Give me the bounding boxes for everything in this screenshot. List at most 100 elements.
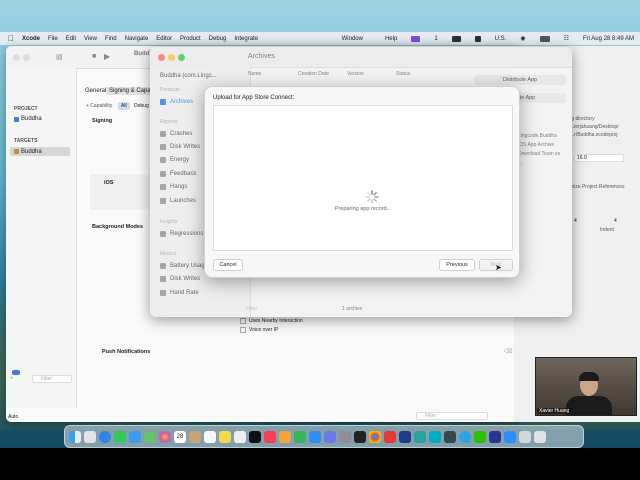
project-item[interactable]: Buddha <box>14 116 42 122</box>
menu-view[interactable]: View <box>84 36 97 42</box>
app-icon-blue[interactable] <box>399 430 411 443</box>
stop-icon[interactable]: ■ <box>92 53 96 60</box>
sheet-title: Upload for App Store Connect: <box>213 95 295 101</box>
menu-debug[interactable]: Debug <box>209 36 227 42</box>
mouse-cursor-icon: ➤ <box>495 263 502 272</box>
chrome-icon[interactable] <box>369 430 381 443</box>
filter-debug[interactable]: Debug <box>134 103 149 109</box>
webcam-name-label: Xavier Huang <box>537 408 572 414</box>
project-name: Buddha <box>21 116 42 122</box>
notes-icon[interactable] <box>219 430 231 443</box>
tab-width-field[interactable]: 4 <box>574 218 577 224</box>
minimize-button[interactable] <box>23 54 30 61</box>
menu-datetime[interactable]: Fri Aug 28 8:49 AM <box>583 36 634 42</box>
navigator-filter[interactable]: Filter <box>32 375 72 383</box>
cancel-button[interactable]: Cancel <box>213 259 243 271</box>
mode-nearby-interaction[interactable]: Uses Nearby Interaction <box>240 318 303 324</box>
menu-help[interactable]: Help <box>385 36 397 42</box>
wechat-dock-icon[interactable] <box>474 430 486 443</box>
xcode-icon[interactable] <box>324 430 336 443</box>
person-hair <box>579 372 599 381</box>
menu-navigate[interactable]: Navigate <box>125 36 149 42</box>
console-toggle-icon[interactable] <box>12 370 20 375</box>
target-item[interactable]: Buddha <box>10 147 70 156</box>
bottom-letterbox <box>0 448 640 480</box>
checkbox-icon[interactable] <box>240 318 246 324</box>
launchpad-icon[interactable] <box>84 430 96 443</box>
preview-icon[interactable] <box>519 430 531 443</box>
wechat-icon[interactable] <box>451 35 461 42</box>
music-icon[interactable] <box>264 430 276 443</box>
mode-voip[interactable]: Voice over IP <box>240 327 278 333</box>
deployment-version[interactable]: 16.0 <box>574 154 624 162</box>
mode-label: Voice over IP <box>249 327 279 333</box>
safari-icon[interactable] <box>99 430 111 443</box>
menu-app-name[interactable]: Xcode <box>22 36 40 42</box>
menu-find[interactable]: Find <box>105 36 117 42</box>
signing-section[interactable]: Signing <box>92 118 112 124</box>
sidebar-toggle-icon[interactable]: ▤ <box>56 53 63 61</box>
app-store-icon[interactable] <box>309 430 321 443</box>
project-references-button[interactable]: mize Project References <box>570 184 624 190</box>
menu-integrate[interactable]: Integrate <box>234 36 258 42</box>
add-icon[interactable]: + <box>10 376 14 382</box>
app-icon-navy[interactable] <box>489 430 501 443</box>
maps-icon[interactable] <box>144 430 156 443</box>
menu-product[interactable]: Product <box>180 36 201 42</box>
numbers-icon[interactable] <box>294 430 306 443</box>
terminal-icon[interactable] <box>354 430 366 443</box>
preparing-status: Preparing app record... <box>334 206 392 212</box>
background-modes-section[interactable]: Background Modes <box>92 224 143 230</box>
trash-dock-icon[interactable] <box>534 430 546 443</box>
accessibility-icon[interactable] <box>474 35 481 42</box>
checkbox-icon[interactable] <box>240 327 246 333</box>
keynote-icon[interactable] <box>279 430 291 443</box>
messages-icon[interactable] <box>114 430 126 443</box>
menu-window[interactable]: Window <box>342 36 363 42</box>
app-icon-dark[interactable] <box>444 430 456 443</box>
close-button[interactable] <box>13 54 20 61</box>
app-icon-cyan[interactable] <box>429 430 441 443</box>
project-header: PROJECT <box>14 106 38 112</box>
push-notifications-section[interactable]: Push Notifications <box>102 349 150 355</box>
run-icon[interactable]: ▶ <box>104 52 110 61</box>
photos-icon[interactable] <box>159 430 171 443</box>
app-icon-teal[interactable] <box>414 430 426 443</box>
target-app-icon <box>14 149 19 154</box>
wps-icon[interactable] <box>384 430 396 443</box>
add-capability-button[interactable]: + Capability <box>86 103 112 109</box>
auto-selector[interactable]: Auto <box>8 414 18 420</box>
reminders-icon[interactable] <box>204 430 216 443</box>
indent-label: Indent <box>600 227 614 233</box>
battery-icon[interactable] <box>539 35 550 42</box>
mail-icon[interactable] <box>129 430 141 443</box>
menu-editor[interactable]: Editor <box>156 36 172 42</box>
settings-icon[interactable] <box>339 430 351 443</box>
dock: 28 <box>64 425 584 448</box>
telegram-icon[interactable] <box>459 430 471 443</box>
calendar-icon[interactable]: 28 <box>174 430 186 443</box>
menu-file[interactable]: File <box>48 36 58 42</box>
loading-spinner-icon <box>365 190 379 204</box>
contacts-icon[interactable] <box>189 430 201 443</box>
zoom-icon[interactable] <box>504 430 516 443</box>
finder-icon[interactable] <box>69 430 81 443</box>
menu-edit[interactable]: Edit <box>66 36 76 42</box>
previous-button[interactable]: Previous <box>439 259 475 271</box>
freeform-icon[interactable] <box>234 430 246 443</box>
filter-all[interactable]: All <box>118 102 130 110</box>
wifi-icon[interactable]: ◉ <box>520 35 525 42</box>
person-body <box>566 396 612 415</box>
tv-icon[interactable] <box>249 430 261 443</box>
screen-record-icon[interactable] <box>411 35 421 42</box>
control-center-icon[interactable]: ☷ <box>564 35 569 42</box>
notification-badge[interactable]: 1 <box>434 36 437 42</box>
webcam-overlay: Xavier Huang <box>535 357 637 416</box>
trash-icon[interactable]: ⌫ <box>504 348 512 355</box>
input-source[interactable]: U.S. <box>495 36 507 42</box>
apple-icon[interactable]:  <box>8 34 14 43</box>
console-filter[interactable]: Filter <box>416 412 488 420</box>
target-name: Buddha <box>21 148 42 155</box>
inspector-line: ...r/Buddha.xcodeproj <box>570 132 618 138</box>
indent-width-field[interactable]: 4 <box>614 218 617 224</box>
